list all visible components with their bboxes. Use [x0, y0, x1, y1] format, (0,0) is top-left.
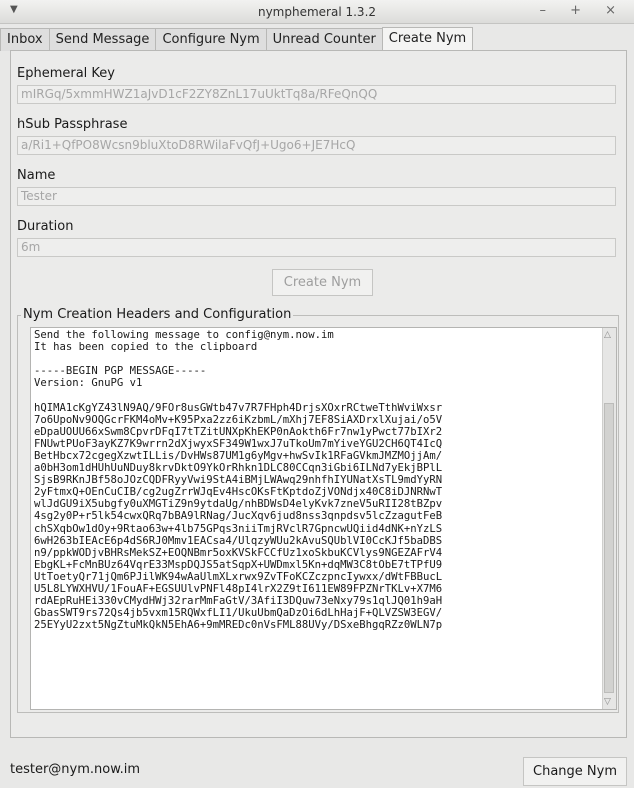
- duration-label: Duration: [17, 219, 74, 234]
- title-bar: ▼ nymphemeral 1.3.2 – + ×: [0, 0, 634, 24]
- current-nym-label: tester@nym.now.im: [10, 762, 141, 777]
- tab-configure-nym[interactable]: Configure Nym: [155, 28, 267, 51]
- tab-unread-counter[interactable]: Unread Counter: [265, 28, 383, 51]
- scroll-up-icon[interactable]: △: [604, 330, 611, 340]
- window-controls[interactable]: – + ×: [539, 3, 626, 18]
- change-nym-button[interactable]: Change Nym: [523, 757, 627, 786]
- duration-field[interactable]: 6m: [17, 238, 616, 257]
- ephemeral-key-label: Ephemeral Key: [17, 66, 115, 81]
- name-label: Name: [17, 168, 56, 183]
- create-nym-button[interactable]: Create Nym: [272, 269, 373, 296]
- tab-inbox[interactable]: Inbox: [0, 28, 50, 51]
- tab-create-nym[interactable]: Create Nym: [381, 27, 474, 51]
- ephemeral-key-field[interactable]: mIRGq/5xmmHWZ1aJvD1cF2ZY8ZnL17uUktTq8a/R…: [17, 85, 616, 104]
- name-field[interactable]: Tester: [17, 187, 616, 206]
- output-group-title: Nym Creation Headers and Configuration: [21, 307, 294, 323]
- scrollbar-thumb[interactable]: [604, 403, 614, 693]
- output-scrollbar[interactable]: △ ▽: [602, 328, 616, 709]
- output-text[interactable]: Send the following message to config@nym…: [31, 328, 602, 631]
- hsub-passphrase-label: hSub Passphrase: [17, 117, 128, 132]
- window-menu-icon[interactable]: ▼: [10, 4, 18, 15]
- output-textbox[interactable]: Send the following message to config@nym…: [30, 327, 617, 710]
- hsub-passphrase-field[interactable]: a/Ri1+QfPO8Wcsn9bluXtoD8RWilaFvQfJ+Ugo6+…: [17, 136, 616, 155]
- scroll-down-icon[interactable]: ▽: [604, 697, 611, 707]
- tab-bar: Inbox Send Message Configure Nym Unread …: [0, 27, 634, 51]
- tab-send-message[interactable]: Send Message: [48, 28, 157, 51]
